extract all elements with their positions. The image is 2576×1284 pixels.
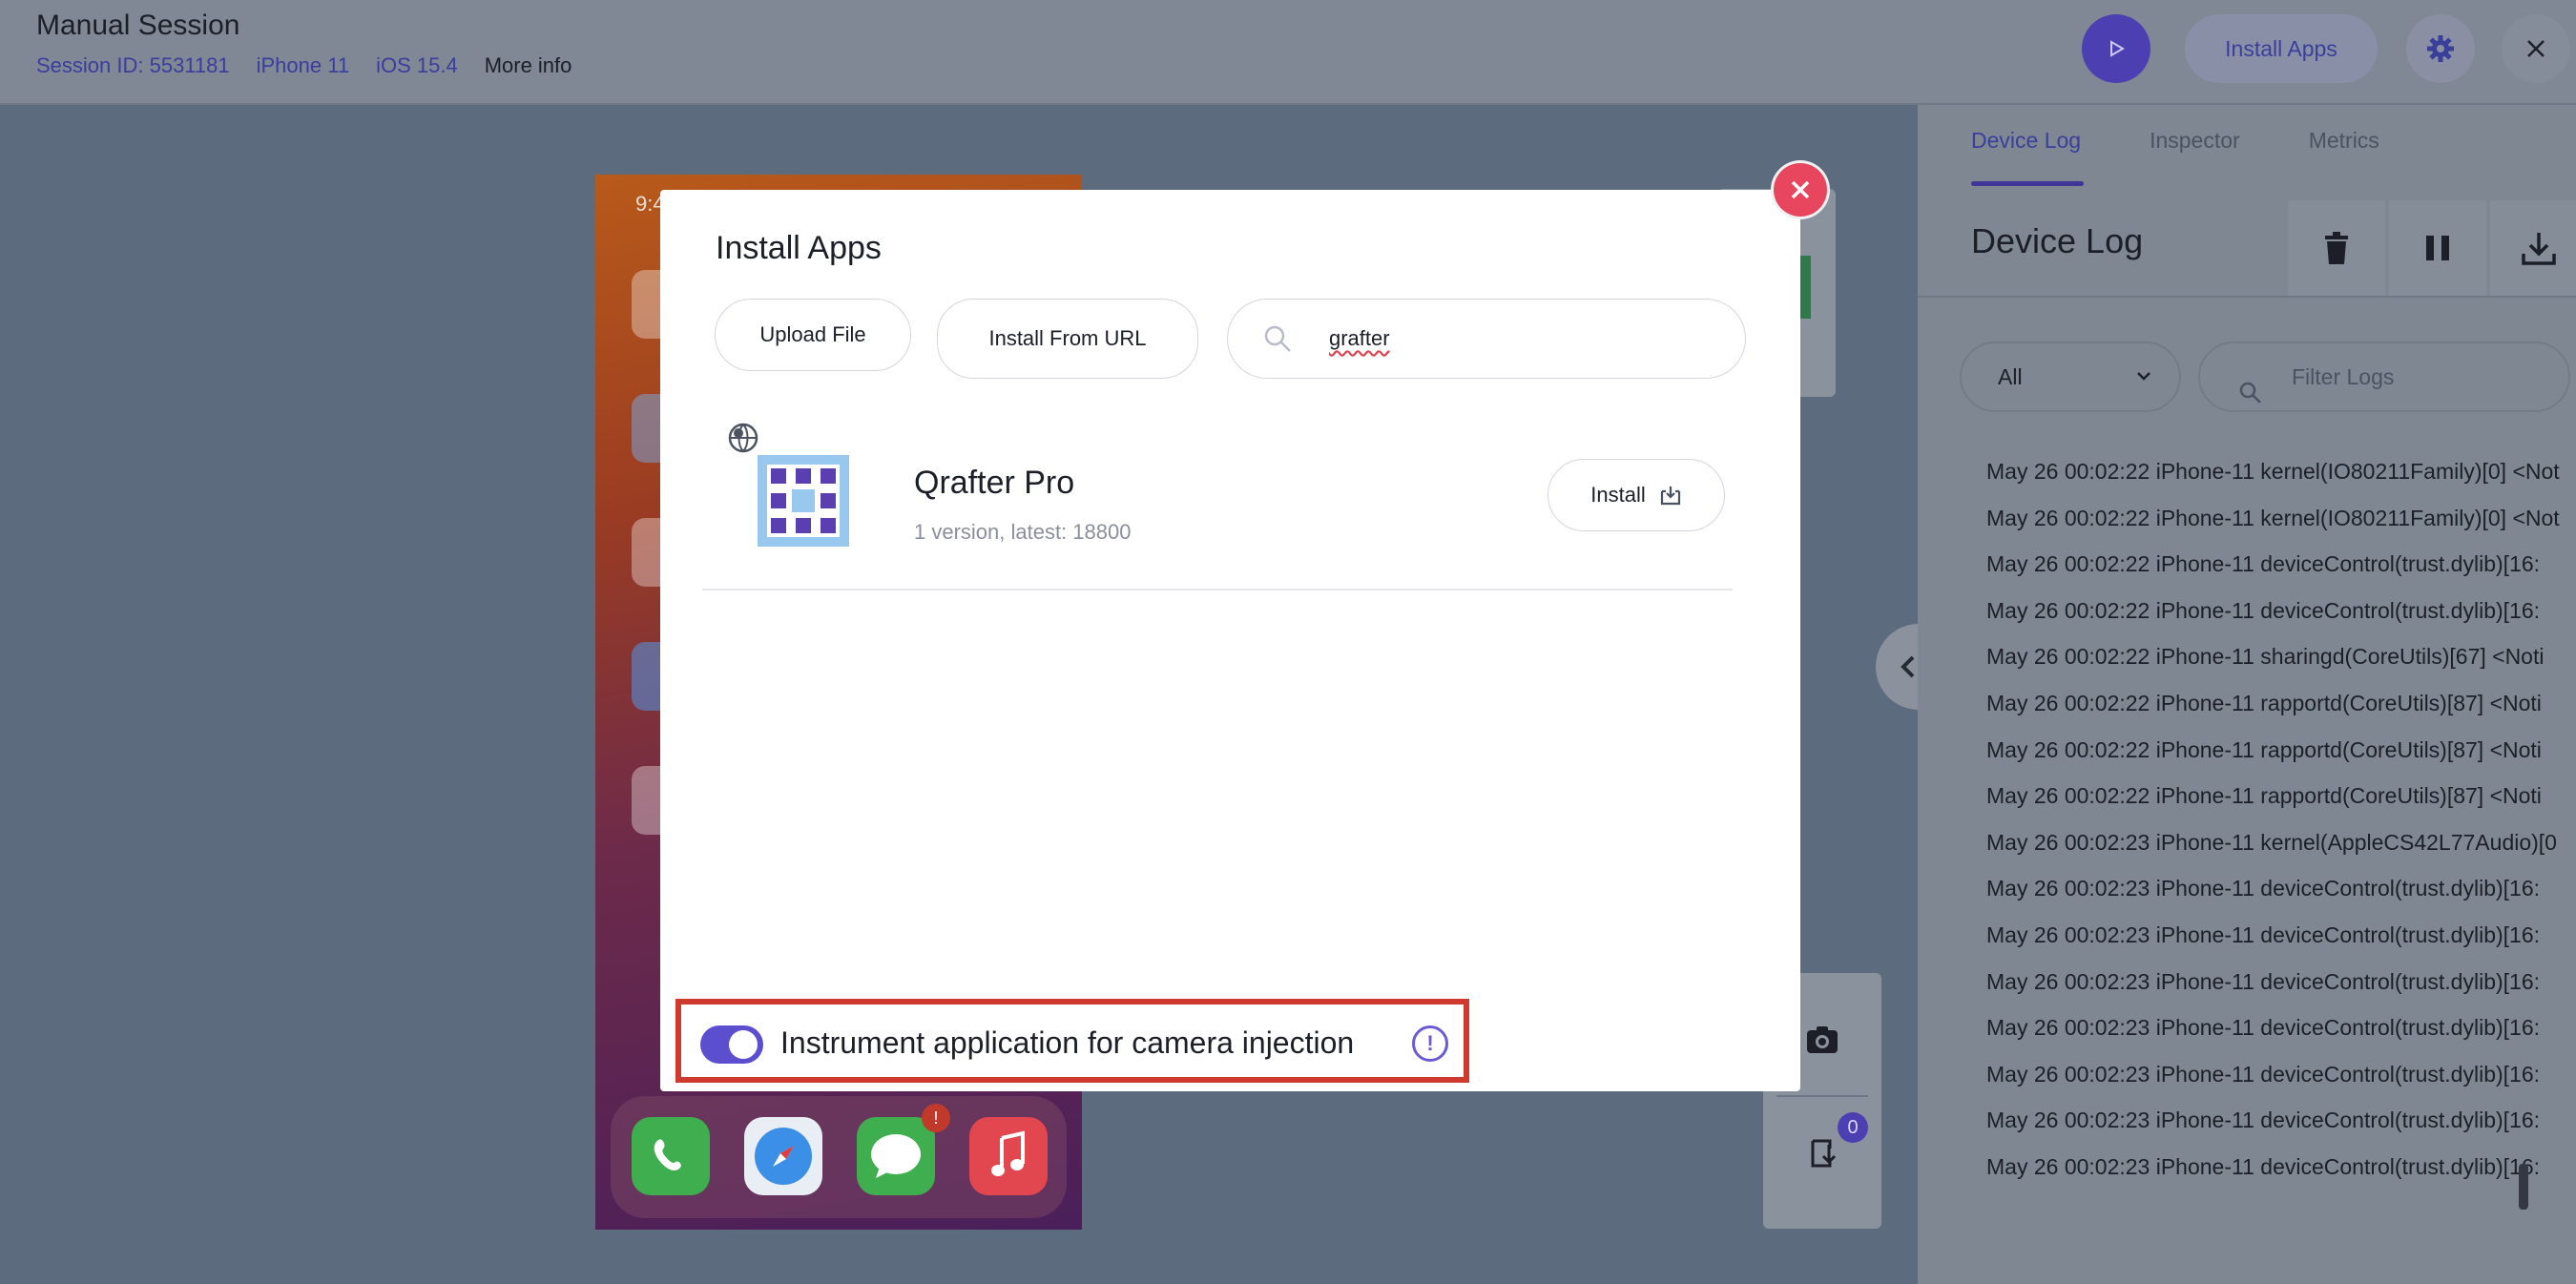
right-panel: Device Log Inspector Metrics Device Log … xyxy=(1918,105,2576,1284)
log-line: May 26 00:02:22 iPhone-11 sharingd(CoreU… xyxy=(1986,644,2545,670)
log-line: May 26 00:02:22 iPhone-11 rapportd(CoreU… xyxy=(1986,736,2542,762)
device-name: iPhone 11 xyxy=(256,53,350,77)
phone-app-icon[interactable] xyxy=(632,1117,710,1195)
install-icon xyxy=(1660,487,1680,506)
download-icon xyxy=(2522,233,2556,265)
close-modal-button[interactable] xyxy=(1774,163,1827,217)
log-line: May 26 00:02:23 iPhone-11 deviceControl(… xyxy=(1986,1153,2541,1179)
modal-title: Install Apps xyxy=(716,230,882,266)
chevron-down-icon xyxy=(2135,343,2152,436)
os-version: iOS 15.4 xyxy=(376,53,458,77)
panel-tabs: Device Log Inspector Metrics xyxy=(1971,128,2379,154)
divider xyxy=(1776,1095,1868,1097)
instrument-label: Instrument application for camera inject… xyxy=(780,1025,1355,1060)
close-icon xyxy=(1791,180,1810,199)
messages-badge: ! xyxy=(922,1104,950,1132)
tab-metrics[interactable]: Metrics xyxy=(2309,128,2379,154)
download-log-button[interactable] xyxy=(2490,200,2576,296)
clear-log-button[interactable] xyxy=(2288,200,2385,296)
instrument-camera-option: Instrument application for camera inject… xyxy=(675,999,1469,1083)
log-line: May 26 00:02:23 iPhone-11 deviceControl(… xyxy=(1986,1015,2541,1041)
tab-inspector[interactable]: Inspector xyxy=(2150,128,2240,154)
qrafter-app-icon xyxy=(758,455,849,547)
log-line: May 26 00:02:22 iPhone-11 kernel(IO80211… xyxy=(1986,505,2560,530)
instrument-toggle[interactable] xyxy=(700,1025,763,1064)
safari-app-icon[interactable] xyxy=(744,1117,822,1195)
search-value: grafter xyxy=(1329,326,1390,350)
gear-icon xyxy=(2427,35,2454,62)
log-line: May 26 00:02:22 iPhone-11 deviceControl(… xyxy=(1986,597,2541,623)
filter-logs-placeholder: Filter Logs xyxy=(2292,364,2395,389)
pause-log-button[interactable] xyxy=(2389,200,2486,296)
top-bar: Manual Session Session ID: 5531181 iPhon… xyxy=(0,0,2576,105)
info-icon[interactable]: ! xyxy=(1412,1025,1448,1062)
log-level-value: All xyxy=(1998,364,2023,389)
music-app-icon[interactable] xyxy=(969,1117,1048,1195)
divider xyxy=(1918,296,2576,298)
log-line: May 26 00:02:23 iPhone-11 deviceControl(… xyxy=(1986,876,2541,901)
log-line: May 26 00:02:23 iPhone-11 deviceControl(… xyxy=(1986,1108,2541,1133)
session-meta: Session ID: 5531181 iPhone 11 iOS 15.4 M… xyxy=(36,53,571,78)
pause-icon xyxy=(2426,236,2449,260)
device-log-list: May 26 00:02:22 iPhone-11 kernel(IO80211… xyxy=(1986,448,2568,1191)
camera-icon[interactable] xyxy=(1805,1023,1839,1062)
filter-logs-input[interactable]: Filter Logs xyxy=(2198,342,2570,412)
close-icon xyxy=(2527,40,2545,57)
app-name: Qrafter Pro xyxy=(914,465,1075,501)
app-version-info: 1 version, latest: 18800 xyxy=(914,520,1132,544)
install-apps-button[interactable]: Install Apps xyxy=(2185,14,2378,83)
log-line: May 26 00:02:23 iPhone-11 deviceControl(… xyxy=(1986,922,2541,947)
log-level-select[interactable]: All xyxy=(1960,342,2181,412)
settings-button[interactable] xyxy=(2406,14,2475,83)
search-icon xyxy=(1262,323,1293,360)
play-icon xyxy=(2110,40,2125,57)
session-id: Session ID: 5531181 xyxy=(36,53,230,77)
log-line: May 26 00:02:23 iPhone-11 deviceControl(… xyxy=(1986,968,2541,994)
install-from-url-button[interactable]: Install From URL xyxy=(937,299,1198,379)
log-line: May 26 00:02:22 iPhone-11 deviceControl(… xyxy=(1986,551,2541,577)
active-tab-indicator xyxy=(1971,181,2084,186)
app-search-input[interactable]: grafter xyxy=(1227,299,1746,379)
device-log-title: Device Log xyxy=(1971,221,2144,260)
file-count-badge: 0 xyxy=(1838,1112,1868,1143)
log-line: May 26 00:02:23 iPhone-11 kernel(AppleCS… xyxy=(1986,829,2557,855)
search-icon xyxy=(2238,364,2263,431)
log-line: May 26 00:02:22 iPhone-11 rapportd(CoreU… xyxy=(1986,783,2542,809)
toggle-knob xyxy=(729,1030,758,1059)
install-app-button[interactable]: Install xyxy=(1548,459,1725,531)
more-info-link[interactable]: More info xyxy=(485,53,572,78)
globe-icon xyxy=(727,422,759,459)
page-title: Manual Session xyxy=(36,10,240,41)
log-scrollbar[interactable] xyxy=(2519,1164,2528,1210)
trash-icon xyxy=(2325,232,2348,264)
log-line: May 26 00:02:22 iPhone-11 kernel(IO80211… xyxy=(1986,459,2560,484)
tab-device-log[interactable]: Device Log xyxy=(1971,128,2081,154)
upload-file-button[interactable]: Upload File xyxy=(715,299,911,371)
log-line: May 26 00:02:23 iPhone-11 deviceControl(… xyxy=(1986,1061,2541,1087)
install-apps-modal: Install Apps Upload File Install From UR… xyxy=(660,190,1800,1091)
device-dock: ! xyxy=(611,1096,1067,1218)
messages-app-icon[interactable] xyxy=(857,1117,935,1195)
divider xyxy=(702,589,1733,590)
file-transfer-icon[interactable] xyxy=(1805,1135,1841,1176)
start-recording-button[interactable] xyxy=(2082,14,2150,83)
close-session-button[interactable] xyxy=(2502,14,2570,83)
install-label: Install xyxy=(1590,483,1646,507)
log-line: May 26 00:02:22 iPhone-11 rapportd(CoreU… xyxy=(1986,690,2542,715)
